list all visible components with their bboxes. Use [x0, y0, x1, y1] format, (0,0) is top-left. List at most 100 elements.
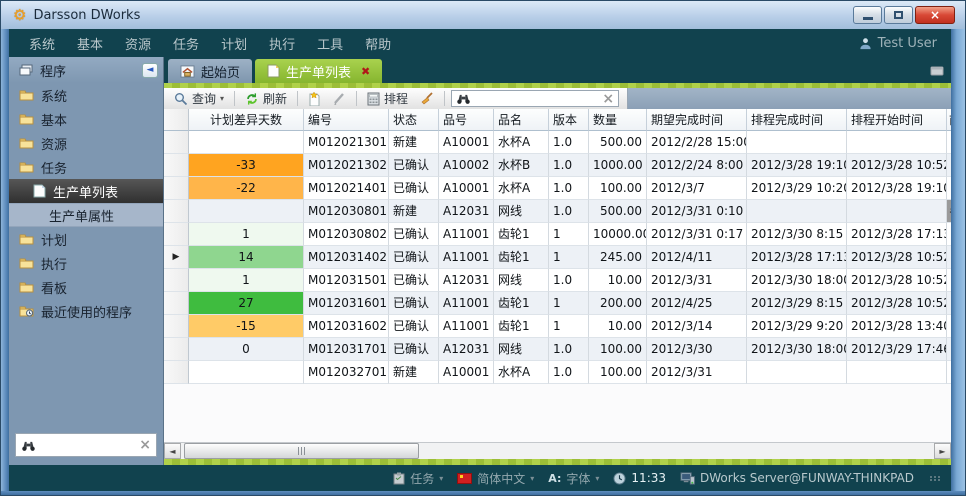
- cell-expect[interactable]: 2012/4/11: [647, 246, 747, 269]
- sidebar-item-resource[interactable]: 资源: [9, 131, 163, 155]
- cell-item_no[interactable]: A12031: [439, 338, 494, 361]
- cell-sched_start[interactable]: 2012/3/28 17:13: [847, 223, 947, 246]
- edit-button[interactable]: [329, 91, 350, 106]
- cell-diff[interactable]: 27: [189, 292, 304, 315]
- cell-item_no[interactable]: A10002: [439, 154, 494, 177]
- cell-qty[interactable]: 200.00: [589, 292, 647, 315]
- cell-item_no[interactable]: A11001: [439, 246, 494, 269]
- cell-sched_start[interactable]: 2012/3/28 19:10: [847, 177, 947, 200]
- cell-extra[interactable]: [947, 177, 951, 200]
- table-row[interactable]: ▶14M012031402已确认A11001齿轮11245.002012/4/1…: [164, 246, 951, 269]
- cell-expect[interactable]: 2012/3/14: [647, 315, 747, 338]
- cell-diff[interactable]: [189, 131, 304, 154]
- query-button[interactable]: 查询 ▾: [170, 89, 228, 108]
- cell-version[interactable]: 1.0: [549, 200, 589, 223]
- cell-sched_start[interactable]: 2012/3/29 17:46: [847, 338, 947, 361]
- cell-extra[interactable]: [947, 154, 951, 177]
- cell-item_name[interactable]: 网线: [494, 338, 549, 361]
- cell-sched_end[interactable]: [747, 200, 847, 223]
- row-selector[interactable]: [164, 223, 189, 246]
- cell-status[interactable]: 已确认: [389, 246, 439, 269]
- cell-version[interactable]: 1.0: [549, 154, 589, 177]
- cell-sched_start[interactable]: 2012/3/28 10:52: [847, 269, 947, 292]
- cell-diff[interactable]: 1: [189, 223, 304, 246]
- sidebar-item-production-order-props[interactable]: 生产单属性: [9, 203, 163, 227]
- cell-extra[interactable]: [947, 223, 951, 246]
- cell-code[interactable]: M012030802: [304, 223, 389, 246]
- table-row[interactable]: 0M012031701已确认A12031网线1.0100.002012/3/30…: [164, 338, 951, 361]
- cell-status[interactable]: 新建: [389, 361, 439, 384]
- cell-expect[interactable]: 2012/2/28 15:00: [647, 131, 747, 154]
- minimize-button[interactable]: [853, 6, 882, 24]
- cell-item_name[interactable]: 水杯B: [494, 154, 549, 177]
- table-row[interactable]: -22M012021401已确认A10001水杯A1.0100.002012/3…: [164, 177, 951, 200]
- sidebar-item-production-order-list[interactable]: 生产单列表: [9, 179, 163, 203]
- menu-system[interactable]: 系统: [29, 34, 55, 53]
- cell-expect[interactable]: 2012/3/7: [647, 177, 747, 200]
- cell-status[interactable]: 已确认: [389, 177, 439, 200]
- cell-item_name[interactable]: 水杯A: [494, 177, 549, 200]
- cell-expect[interactable]: 2012/3/31 0:10: [647, 200, 747, 223]
- cell-sched_start[interactable]: 2012/3/28 10:52: [847, 154, 947, 177]
- cell-item_name[interactable]: 水杯A: [494, 131, 549, 154]
- row-selector[interactable]: [164, 131, 189, 154]
- cell-diff[interactable]: 1: [189, 269, 304, 292]
- cell-item_name[interactable]: 水杯A: [494, 361, 549, 384]
- cell-qty[interactable]: 100.00: [589, 177, 647, 200]
- cell-diff[interactable]: -33: [189, 154, 304, 177]
- cell-code[interactable]: M012021401: [304, 177, 389, 200]
- cell-item_no[interactable]: A11001: [439, 223, 494, 246]
- cell-sched_end[interactable]: 2012/3/29 9:20: [747, 315, 847, 338]
- cell-version[interactable]: 1.0: [549, 131, 589, 154]
- sidebar-collapse-button[interactable]: ◄: [142, 63, 158, 78]
- cell-version[interactable]: 1.0: [549, 177, 589, 200]
- cell-status[interactable]: 新建: [389, 131, 439, 154]
- row-selector[interactable]: [164, 200, 189, 223]
- sidebar-item-recent-programs[interactable]: 最近使用的程序: [9, 299, 163, 323]
- schedule-button[interactable]: 排程: [363, 89, 412, 108]
- menu-help[interactable]: 帮助: [365, 34, 391, 53]
- table-row[interactable]: M012030801新建A12031网线1.0500.002012/3/31 0…: [164, 200, 951, 223]
- cell-qty[interactable]: 100.00: [589, 361, 647, 384]
- cell-sched_start[interactable]: 2012/3/28 10:52: [847, 246, 947, 269]
- column-header[interactable]: 前: [947, 109, 951, 131]
- sidebar-item-system[interactable]: 系统: [9, 83, 163, 107]
- table-row[interactable]: 1M012030802已确认A11001齿轮1110000.002012/3/3…: [164, 223, 951, 246]
- cell-extra[interactable]: [947, 315, 951, 338]
- tab-start-page[interactable]: 起始页: [168, 59, 252, 83]
- table-row[interactable]: -33M012021302已确认A10002水杯B1.01000.002012/…: [164, 154, 951, 177]
- column-header[interactable]: 期望完成时间: [647, 109, 747, 131]
- sidebar-item-plan[interactable]: 计划: [9, 227, 163, 251]
- cell-item_no[interactable]: A11001: [439, 292, 494, 315]
- cell-code[interactable]: M012031601: [304, 292, 389, 315]
- cell-version[interactable]: 1.0: [549, 361, 589, 384]
- cell-expect[interactable]: 2012/2/24 8:00: [647, 154, 747, 177]
- cell-code[interactable]: M012021302: [304, 154, 389, 177]
- cell-version[interactable]: 1.0: [549, 338, 589, 361]
- cell-status[interactable]: 已确认: [389, 223, 439, 246]
- tab-close-icon[interactable]: ✖: [361, 65, 370, 78]
- cell-expect[interactable]: 2012/3/31: [647, 361, 747, 384]
- resize-grip[interactable]: [930, 476, 941, 481]
- cell-sched_end[interactable]: 2012/3/28 19:10: [747, 154, 847, 177]
- table-row[interactable]: -15M012031602已确认A11001齿轮1110.002012/3/14…: [164, 315, 951, 338]
- toolbar-search-clear-icon[interactable]: ×: [602, 92, 614, 106]
- cell-extra[interactable]: [947, 131, 951, 154]
- cell-sched_start[interactable]: 2012/3/28 10:52: [847, 292, 947, 315]
- cell-diff[interactable]: 0: [189, 338, 304, 361]
- cell-qty[interactable]: 245.00: [589, 246, 647, 269]
- cell-item_name[interactable]: 齿轮1: [494, 246, 549, 269]
- cell-status[interactable]: 新建: [389, 200, 439, 223]
- cell-sched_end[interactable]: [747, 131, 847, 154]
- cell-sched_end[interactable]: 2012/3/28 17:13: [747, 246, 847, 269]
- cell-expect[interactable]: 2012/3/31 0:17: [647, 223, 747, 246]
- row-selector[interactable]: [164, 269, 189, 292]
- cell-item_no[interactable]: A10001: [439, 131, 494, 154]
- column-header[interactable]: 品名: [494, 109, 549, 131]
- column-header[interactable]: 计划差异天数: [189, 109, 304, 131]
- cell-extra[interactable]: [947, 292, 951, 315]
- cell-item_name[interactable]: 齿轮1: [494, 315, 549, 338]
- column-header[interactable]: 排程开始时间: [847, 109, 947, 131]
- sidebar-item-kanban[interactable]: 看板: [9, 275, 163, 299]
- cell-status[interactable]: 已确认: [389, 154, 439, 177]
